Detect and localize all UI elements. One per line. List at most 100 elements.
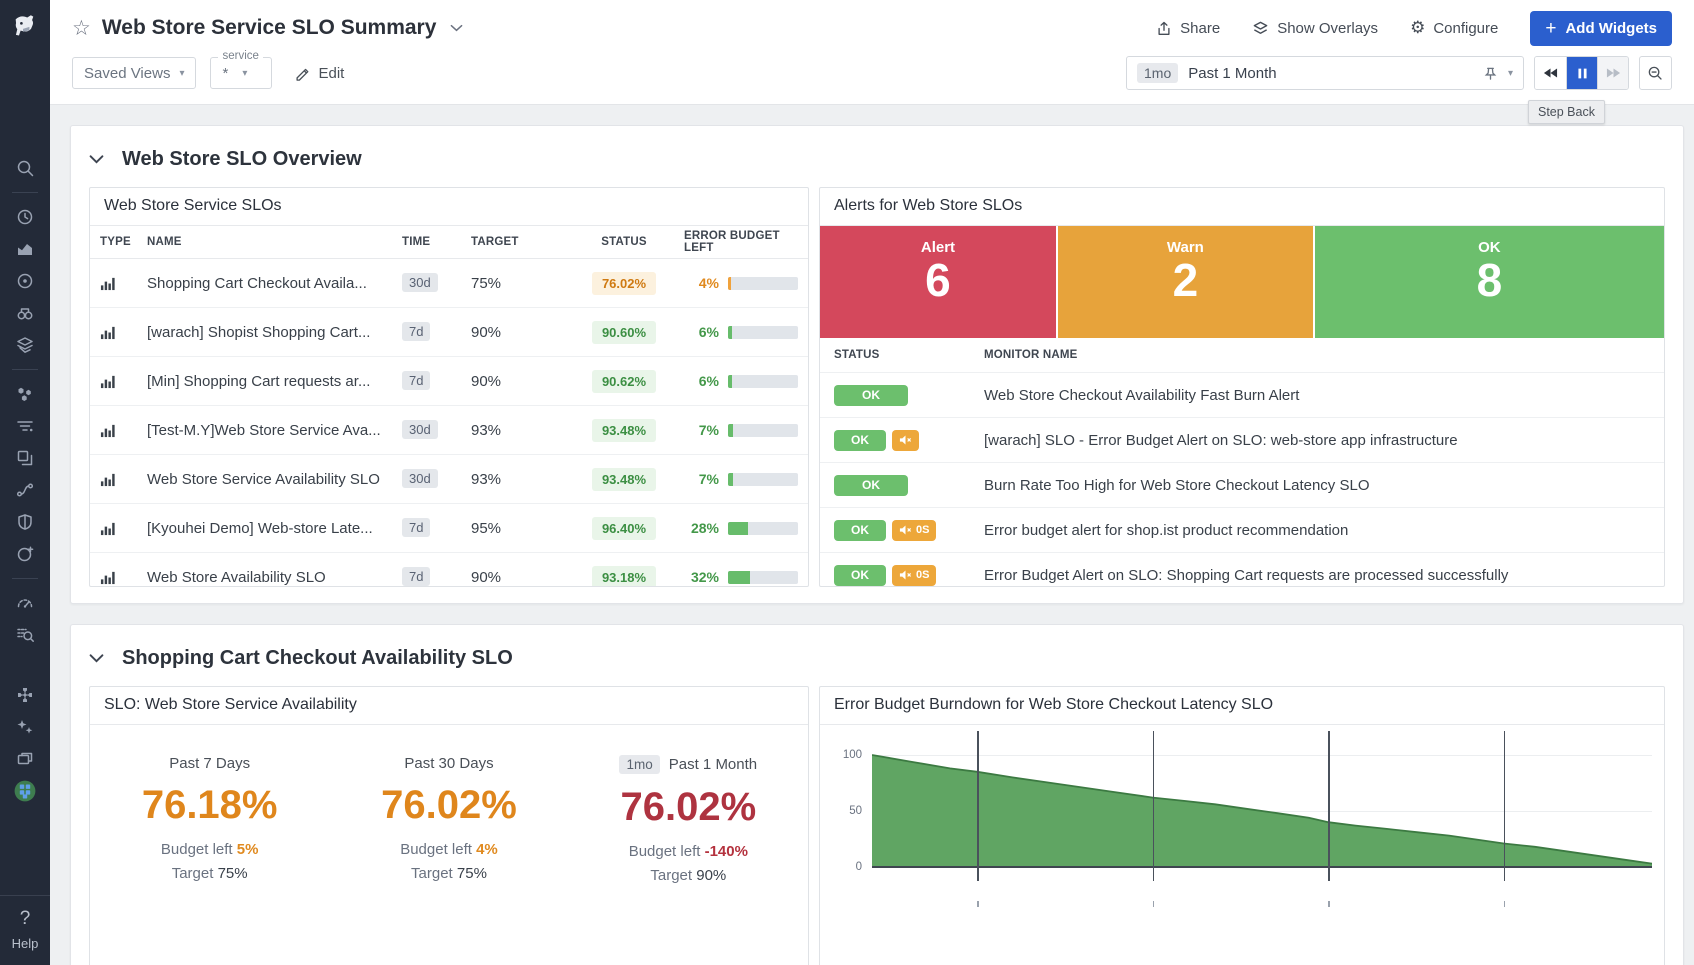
target-label: Target — [172, 865, 214, 882]
monitor-row[interactable]: OK Burn Rate Too High for Web Store Chec… — [820, 462, 1664, 507]
share-button[interactable]: Share — [1156, 20, 1220, 37]
log-explorer-icon[interactable] — [0, 619, 50, 651]
budget-left-value: 5% — [237, 841, 259, 858]
target-label: Target — [650, 867, 692, 884]
monitor-status-badge: OK — [834, 475, 908, 496]
monitor-row[interactable]: OK 0S Error budget alert for shop.ist pr… — [820, 507, 1664, 552]
bits-ai-icon[interactable] — [0, 711, 50, 743]
error-budget-bar — [728, 522, 798, 535]
slo-name[interactable]: Web Store Availability SLO — [147, 569, 402, 586]
chart-plot-area[interactable] — [872, 747, 1652, 875]
error-budget-bar-fill — [728, 473, 733, 486]
slo-status-badge: 90.60% — [592, 321, 656, 344]
stat-period-label: Past 1 Month — [669, 756, 757, 773]
burndown-area-chart[interactable]: 050100 — [826, 729, 1660, 929]
section-collapse-chevron-icon[interactable] — [89, 654, 104, 663]
user-avatar-icon[interactable] — [0, 775, 50, 807]
search-icon[interactable] — [0, 152, 50, 184]
synthetics-icon[interactable] — [0, 538, 50, 570]
monitor-name[interactable]: Error Budget Alert on SLO: Shopping Cart… — [984, 567, 1650, 584]
col-name: NAME — [147, 236, 402, 248]
slo-table-row[interactable]: Shopping Cart Checkout Availa... 30d 75%… — [90, 259, 808, 308]
saved-views-dropdown[interactable]: Saved Views ▾ — [72, 57, 196, 89]
edit-button[interactable]: Edit — [294, 65, 344, 82]
slo-time-window-badge: 30d — [402, 273, 438, 292]
slo-time-window-badge: 7d — [402, 371, 430, 390]
step-back-button[interactable] — [1535, 57, 1566, 89]
monitor-name[interactable]: Error budget alert for shop.ist product … — [984, 522, 1650, 539]
app-sidebar: ? Help — [0, 0, 50, 965]
slo-status-badge: 76.02% — [592, 272, 656, 295]
section-collapse-chevron-icon[interactable] — [89, 155, 104, 164]
service-map-icon[interactable] — [0, 474, 50, 506]
slo-table-row[interactable]: [warach] Shopist Shopping Cart... 7d 90%… — [90, 308, 808, 357]
monitor-name[interactable]: Burn Rate Too High for Web Store Checkou… — [984, 477, 1650, 494]
slo-name[interactable]: [Test-M.Y]Web Store Service Ava... — [147, 422, 402, 439]
monitor-row[interactable]: OK [warach] SLO - Error Budget Alert on … — [820, 417, 1664, 462]
alert-status-block[interactable]: Warn 2 — [1058, 226, 1313, 338]
pin-icon[interactable] — [1483, 66, 1498, 81]
col-type: TYPE — [100, 236, 147, 248]
alert-summary-blocks: Alert 6 Warn 2 OK 8 — [820, 226, 1664, 338]
slo-name[interactable]: [Min] Shopping Cart requests ar... — [147, 373, 402, 390]
x-axis-tick — [1328, 901, 1330, 907]
help-section[interactable]: ? Help — [0, 895, 50, 965]
slo-list-widget: Web Store Service SLOs TYPE NAME TIME TA… — [89, 187, 809, 587]
configure-button[interactable]: ⚙ Configure — [1410, 18, 1498, 38]
error-budget-bar — [728, 326, 798, 339]
service-filter-dropdown[interactable]: service * ▾ — [210, 57, 272, 89]
alert-status-block[interactable]: Alert 6 — [820, 226, 1056, 338]
monitor-name[interactable]: Web Store Checkout Availability Fast Bur… — [984, 387, 1650, 404]
monitor-row[interactable]: OK Web Store Checkout Availability Fast … — [820, 372, 1664, 417]
pencil-icon — [294, 65, 310, 81]
add-widgets-label: Add Widgets — [1565, 20, 1657, 37]
add-widgets-button[interactable]: + Add Widgets — [1530, 11, 1672, 46]
alert-status-block[interactable]: OK 8 — [1315, 226, 1664, 338]
budget-left-value: -140% — [705, 843, 748, 860]
slo-table-row[interactable]: [Min] Shopping Cart requests ar... 7d 90… — [90, 357, 808, 406]
rum-icon[interactable] — [0, 587, 50, 619]
processes-icon[interactable] — [0, 378, 50, 410]
help-label[interactable]: Help — [0, 936, 50, 951]
budget-left-label: Budget left — [400, 841, 472, 858]
datadog-logo-icon[interactable] — [9, 8, 41, 52]
slo-table-row[interactable]: Web Store Availability SLO 7d 90% 93.18%… — [90, 553, 808, 587]
title-chevron-down-icon[interactable] — [450, 24, 463, 32]
time-range-selector[interactable]: 1mo Past 1 Month ▾ — [1126, 56, 1524, 90]
slo-error-budget-cell: 32% — [684, 569, 798, 585]
logs-icon[interactable] — [0, 410, 50, 442]
pause-button[interactable] — [1566, 57, 1597, 89]
slo-name[interactable]: [warach] Shopist Shopping Cart... — [147, 324, 402, 341]
favorite-star-icon[interactable]: ☆ — [72, 16, 91, 41]
slo-table-row[interactable]: [Test-M.Y]Web Store Service Ava... 30d 9… — [90, 406, 808, 455]
metrics-icon[interactable] — [0, 233, 50, 265]
error-budget-bar — [728, 473, 798, 486]
security-icon[interactable] — [0, 506, 50, 538]
monitor-name[interactable]: [warach] SLO - Error Budget Alert on SLO… — [984, 432, 1650, 449]
infrastructure-icon[interactable] — [0, 329, 50, 361]
error-budget-bar — [728, 277, 798, 290]
apm-icon[interactable] — [0, 297, 50, 329]
slo-name[interactable]: [Kyouhei Demo] Web-store Late... — [147, 520, 402, 537]
zoom-out-button[interactable] — [1639, 56, 1672, 90]
slo-table-header: TYPE NAME TIME TARGET STATUS ERROR BUDGE… — [90, 226, 808, 259]
slo-name[interactable]: Shopping Cart Checkout Availa... — [147, 275, 402, 292]
history-icon[interactable] — [0, 201, 50, 233]
service-filter-value: * — [222, 65, 228, 82]
mute-icon — [899, 569, 912, 581]
mute-duration-label: 0S — [916, 569, 929, 581]
target-label: Target — [411, 865, 453, 882]
step-forward-button[interactable] — [1597, 57, 1628, 89]
dashboards-icon[interactable] — [0, 442, 50, 474]
chevron-down-icon[interactable]: ▾ — [1508, 68, 1513, 79]
slo-table-row[interactable]: [Kyouhei Demo] Web-store Late... 7d 95% … — [90, 504, 808, 553]
workspaces-icon[interactable] — [0, 743, 50, 775]
help-icon[interactable]: ? — [0, 908, 50, 930]
slo-name[interactable]: Web Store Service Availability SLO — [147, 471, 402, 488]
watchdog-icon[interactable] — [0, 265, 50, 297]
show-overlays-button[interactable]: Show Overlays — [1252, 20, 1378, 37]
integrations-icon[interactable] — [0, 679, 50, 711]
slo-table-row[interactable]: Web Store Service Availability SLO 30d 9… — [90, 455, 808, 504]
monitor-row[interactable]: OK 0S Error Budget Alert on SLO: Shoppin… — [820, 552, 1664, 587]
gear-icon: ⚙ — [1410, 18, 1425, 38]
